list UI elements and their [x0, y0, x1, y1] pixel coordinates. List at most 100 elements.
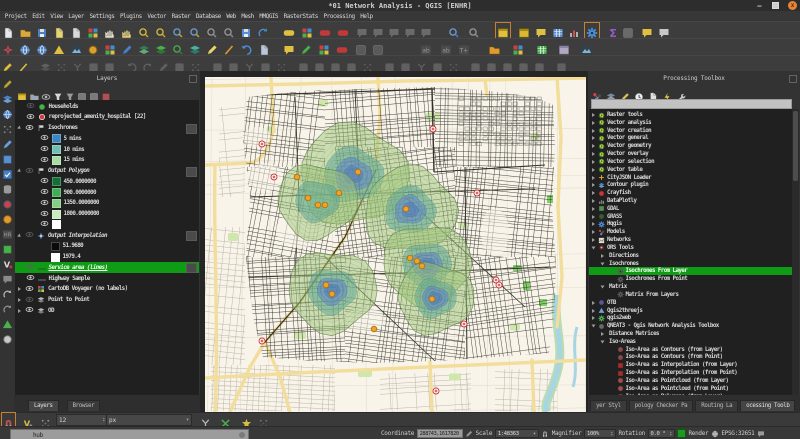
expand-arrow-icon[interactable]: [592, 176, 595, 180]
menu-view[interactable]: View: [47, 13, 65, 20]
layer-visibility-eye-icon[interactable]: [40, 198, 49, 209]
menu-database[interactable]: Database: [193, 13, 224, 20]
layer-visibility-eye-icon-dim[interactable]: [26, 101, 35, 112]
dock-tab-ocessing-toolb[interactable]: ocessing Toolb: [740, 400, 795, 411]
render-checkbox[interactable]: [677, 429, 686, 438]
dock-tab-layers[interactable]: Layers: [28, 400, 59, 411]
expand-arrow-icon[interactable]: [592, 160, 595, 164]
menu-mmqgis[interactable]: MMQGIS: [257, 13, 281, 20]
layer-row-5-mins[interactable]: 5 mins: [15, 133, 199, 144]
layer-indicator-badge[interactable]: [186, 263, 197, 273]
lock-scale-icon[interactable]: [541, 430, 549, 438]
locator-input[interactable]: hub: [10, 429, 249, 439]
expand-arrow-icon[interactable]: [592, 215, 595, 219]
left-toolbar-icon-17[interactable]: [2, 330, 13, 349]
menu-mesh[interactable]: Mesh: [239, 13, 257, 20]
menu-raster[interactable]: Raster: [169, 13, 193, 20]
processing-row-ors-tools[interactable]: ORS Tools: [589, 244, 799, 252]
extents-icon[interactable]: [465, 430, 473, 438]
dock-tab-routing-la[interactable]: Routing La: [695, 400, 738, 411]
layer-row-15-mins[interactable]: 15 mins: [15, 155, 199, 166]
processing-row-vector-overlay[interactable]: QVector overlay: [589, 150, 799, 158]
processing-row-isochrones-from-layer[interactable]: Isochrones From Layer: [589, 267, 799, 275]
processing-row-iso-area-as-contours-from-point-[interactable]: Iso-Area as Contours (from Point): [589, 353, 799, 361]
layer-visibility-eye-icon[interactable]: [40, 176, 49, 187]
layer-visibility-eye-icon-dim[interactable]: [25, 166, 34, 177]
expand-arrow-icon[interactable]: [18, 287, 21, 291]
layer-row-900-0000000[interactable]: 900.0000000: [15, 187, 199, 198]
processing-row-dataplotly[interactable]: DataPlotly: [589, 197, 799, 205]
expand-arrow-icon[interactable]: [17, 126, 22, 131]
layer-visibility-eye-icon[interactable]: [25, 305, 34, 316]
magnifier-spinbox[interactable]: 100%▲▼: [584, 429, 616, 438]
menu-help[interactable]: Help: [357, 13, 375, 20]
expand-arrow-icon[interactable]: [592, 113, 595, 117]
processing-row-distance-matrices[interactable]: Distance Matrices: [589, 330, 799, 338]
processing-row-iso-area-as-interpolation-from-lay[interactable]: Iso-Area as Interpolation (from Layer): [589, 361, 799, 369]
expand-arrow-icon[interactable]: [601, 286, 605, 289]
processing-row-iso-area-as-pointcloud-from-point-[interactable]: Iso-Area as Pointcloud (from Point): [589, 385, 799, 393]
layer-visibility-eye-icon-dim[interactable]: [25, 295, 34, 306]
expand-arrow-icon[interactable]: [601, 262, 605, 265]
layer-visibility-eye-icon[interactable]: [40, 219, 49, 230]
processing-row-iso-area-as-interpolation-from-poi[interactable]: Iso-Area as Interpolation (from Point): [589, 369, 799, 377]
expand-arrow-icon[interactable]: [592, 230, 595, 234]
rotation-spinbox[interactable]: 0.0 °▲▼: [648, 429, 675, 438]
layer-visibility-eye-icon[interactable]: [25, 123, 34, 134]
menu-vector[interactable]: Vector: [145, 13, 169, 20]
expand-arrow-icon[interactable]: [592, 325, 596, 328]
layer-row-reprojected-amenity-hospital-2[interactable]: reprojected_amenity_hospital [22]: [15, 112, 199, 123]
snap-tolerance-spinbox[interactable]: 12▲▼: [56, 414, 108, 426]
expand-arrow-icon[interactable]: [592, 238, 595, 242]
processing-row-contour-plugin[interactable]: Contour plugin: [589, 181, 799, 189]
layer-row-51-9680[interactable]: 51.9680: [15, 241, 199, 252]
processing-row-matrix-from-layers[interactable]: Matrix From Layers: [589, 291, 799, 299]
processing-row-vector-selection[interactable]: QVector selection: [589, 158, 799, 166]
expand-arrow-icon[interactable]: [592, 301, 595, 305]
processing-row-otb[interactable]: OTB: [589, 299, 799, 307]
layer-indicator-badge[interactable]: [186, 167, 197, 177]
processing-row-hqgis[interactable]: Hqgis: [589, 220, 799, 228]
layer-indicator-badge[interactable]: [186, 231, 197, 241]
locator-clear-icon[interactable]: [239, 432, 245, 438]
processing-row-grass[interactable]: GRASS: [589, 213, 799, 221]
processing-row-vector-table[interactable]: QVector table: [589, 166, 799, 174]
layer-visibility-eye-icon[interactable]: [40, 187, 49, 198]
minimize-button[interactable]: –: [756, 2, 763, 9]
processing-row-iso-area-as-pointcloud-from-layer-[interactable]: Iso-Area as Pointcloud (from Layer): [589, 377, 799, 385]
coordinate-input[interactable]: 288743,1617820: [417, 429, 463, 438]
processing-row-directions[interactable]: Directions: [589, 252, 799, 260]
layer-indicator-badge[interactable]: [186, 124, 197, 134]
layer-row-service-area-lines-[interactable]: Service area (lines): [15, 262, 199, 273]
expand-arrow-icon[interactable]: [18, 309, 21, 313]
expand-arrow-icon[interactable]: [592, 168, 595, 172]
spin-arrows-icon[interactable]: ▲▼: [103, 418, 104, 422]
processing-row-raster-tools[interactable]: QRaster tools: [589, 111, 799, 119]
layer-visibility-eye-icon-dim[interactable]: [26, 262, 35, 273]
processing-row-vector-analysis[interactable]: QVector analysis: [589, 119, 799, 127]
snap-units-combo[interactable]: px▾: [106, 414, 192, 426]
expand-arrow-icon[interactable]: [17, 169, 22, 174]
layers-panel-dock-icon[interactable]: [189, 75, 197, 83]
dock-tab-pology-checker-pa[interactable]: pology Checker Pa: [629, 400, 694, 411]
menu-processing[interactable]: Processing: [321, 13, 358, 20]
layer-visibility-eye-icon[interactable]: [40, 133, 49, 144]
menu-layer[interactable]: Layer: [65, 13, 86, 20]
crs-indicator[interactable]: EPSG:32651: [721, 430, 754, 437]
processing-row-vector-general[interactable]: QVector general: [589, 134, 799, 142]
menu-settings[interactable]: Settings: [87, 13, 118, 20]
layer-row-od[interactable]: OD: [15, 305, 199, 316]
layer-row-output-interpolation[interactable]: Output Interpolation: [15, 230, 199, 241]
layer-row-households[interactable]: Households: [15, 101, 199, 112]
layer-row-blank[interactable]: [15, 219, 199, 230]
layer-visibility-eye-icon[interactable]: [40, 209, 49, 220]
expand-arrow-icon[interactable]: [601, 332, 604, 336]
menu-edit[interactable]: Edit: [29, 13, 47, 20]
processing-tree-scrollbar[interactable]: [792, 109, 799, 396]
processing-row-vector-geometry[interactable]: QVector geometry: [589, 142, 799, 150]
processing-row-vector-creation[interactable]: QVector creation: [589, 127, 799, 135]
processing-row-crayfish[interactable]: Crayfish: [589, 189, 799, 197]
dock-tab-browser[interactable]: Browser: [67, 400, 101, 411]
expand-arrow-icon[interactable]: [18, 298, 21, 302]
processing-row-networks[interactable]: Networks: [589, 236, 799, 244]
